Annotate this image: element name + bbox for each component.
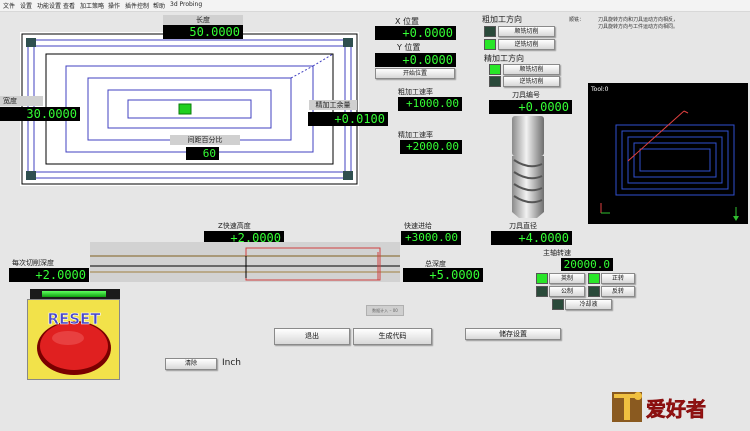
finish-feed-label: 精加工速率 [398,131,433,139]
spindle-speed-dro[interactable]: 20000.0 [561,258,613,271]
finish-allowance-label: 精加工余量 [309,100,357,110]
climb-note-label: 顺铣： [569,17,585,23]
coolant-button[interactable]: 冷却液 [565,299,612,310]
total-depth-dro[interactable]: +5.0000 [403,268,483,282]
width-label: 宽度 [0,96,43,106]
x-position-dro[interactable]: +0.0000 [375,26,456,40]
y-position-label: Y 位置 [397,43,421,52]
finish-direction-title: 精加工方向 [484,54,524,63]
stepover-dro[interactable]: 60 [186,147,219,160]
start-position-button[interactable]: 开始位置 [375,68,455,79]
generate-code-button[interactable]: 生成代码 [353,328,432,345]
rough-conventional-led [484,39,496,50]
tool-diameter-dro[interactable]: +4.0000 [491,231,572,245]
toolpath-title: Tool:0 [590,86,609,93]
reset-indicator-led [42,291,106,297]
finish-climb-button[interactable]: 顺铣切削 [503,64,560,75]
spindle-cw-button[interactable]: 正转 [601,273,635,284]
rough-climb-led [484,26,496,37]
toolpath-svg: Tool:0 [590,86,739,221]
climb-note-line2: 刀具旋转方向与工件运动方向相同。 [598,24,679,30]
finish-allowance-dro[interactable]: +0.0100 [308,112,388,126]
imperial-led [536,286,548,297]
stepover-label: 间距百分比 [170,135,240,145]
rough-direction-title: 粗加工方向 [482,15,522,24]
menu-item-view[interactable]: 查看 [63,1,75,10]
rough-feed-label: 粗加工速率 [398,88,433,96]
clearance-height-label: Z快速高度 [218,222,251,230]
brand-logo-text: 爱好者 [646,397,706,421]
imperial-button[interactable]: 公制 [549,286,585,297]
end-mill-icon [512,116,544,218]
menu-item-strategy[interactable]: 加工策略 [80,1,104,10]
menu-item-operate[interactable]: 操作 [108,1,120,10]
rough-conventional-button[interactable]: 逆铣切削 [498,39,555,50]
step-depth-dro[interactable]: +2.0000 [9,268,89,282]
finish-climb-led [489,64,501,75]
metric-button[interactable]: 英制 [549,273,585,284]
menu-bar: 文件 设置 功能设置 查看 加工策略 操作 插件控制 帮助 3d Probing [0,0,750,12]
brand-logo: 爱好者 [610,388,735,424]
coolant-led [552,299,564,310]
cw-led [588,273,600,284]
exit-button[interactable]: 退出 [274,328,350,345]
tool-number-label: 刀具编号 [512,91,540,99]
menu-item-features[interactable]: 功能设置 [37,1,61,10]
rough-feed-dro[interactable]: +1000.00 [398,97,462,111]
finish-conventional-button[interactable]: 逆铣切削 [503,76,560,87]
tool-diameter-label: 刀具直径 [509,222,537,230]
end-mill-image [509,116,547,218]
units-label: Inch [222,358,242,368]
depth-diagram-svg [90,247,400,281]
toolpath-preview[interactable]: Tool:0 [588,83,748,224]
menu-item-settings[interactable]: 设置 [20,1,32,10]
climb-note-line1: 刀具旋转方向和刀具运动方向相反， [598,17,679,23]
menu-item-plugins[interactable]: 插件控制 [125,1,149,10]
rough-climb-button[interactable]: 顺铣切削 [498,26,555,37]
rapid-feed-label: 快速进给 [404,222,432,230]
finish-conventional-led [489,76,501,87]
length-label: 长度 [163,15,243,25]
rapid-feed-dro[interactable]: +3000.00 [401,231,461,245]
y-position-dro[interactable]: +0.0000 [375,53,456,67]
spindle-ccw-button[interactable]: 反转 [601,286,635,297]
reset-indicator-frame [30,289,120,299]
save-settings-button[interactable]: 储存设置 [465,328,561,340]
reset-label: RESET [47,310,101,328]
menu-item-file[interactable]: 文件 [3,1,15,10]
spindle-speed-label: 主轴转速 [543,249,571,257]
reset-button[interactable]: RESET [27,299,120,380]
step-depth-label: 每次切削深度 [12,259,54,267]
ccw-led [588,286,600,297]
small-status-field[interactable]: 数据计入 – 00 [366,305,404,316]
brand-logo-svg: 爱好者 [612,392,706,422]
reset-button-svg: RESET [37,310,111,375]
tool-number-dro[interactable]: +0.0000 [489,100,572,114]
metric-led [536,273,548,284]
depth-diagram [90,242,400,282]
menu-item-3d-probing[interactable]: 3d Probing [170,1,202,8]
clear-button[interactable]: 清除 [165,358,217,370]
finish-feed-dro[interactable]: +2000.00 [400,140,462,154]
length-dro[interactable]: 50.0000 [163,25,243,39]
menu-item-help[interactable]: 帮助 [153,1,165,10]
width-dro[interactable]: 30.0000 [0,107,80,121]
